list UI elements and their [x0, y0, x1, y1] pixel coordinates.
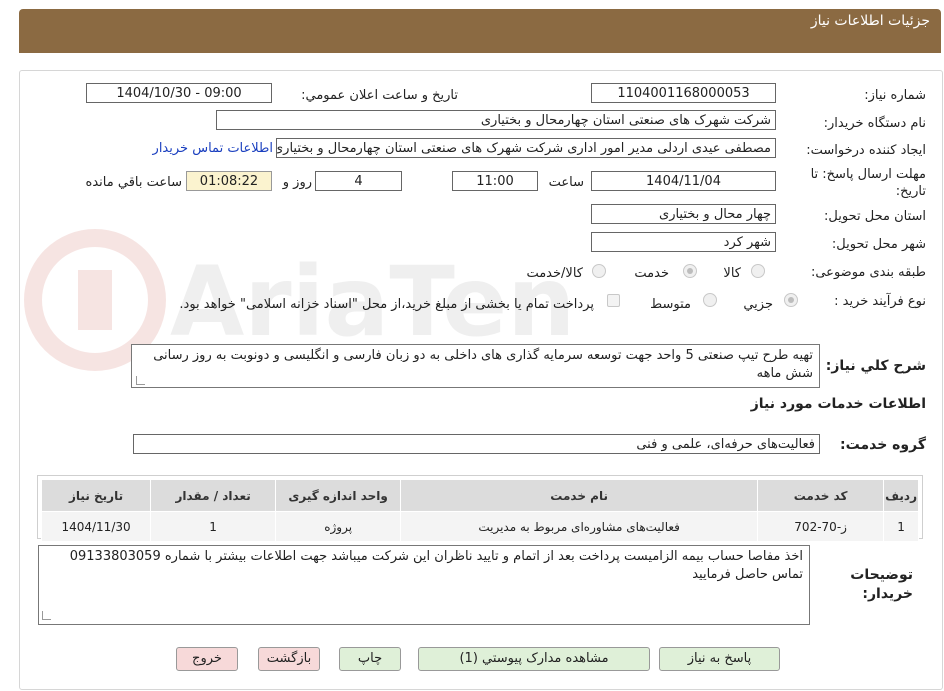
col-qty: تعداد / مقدار: [150, 479, 277, 512]
process-radio-minor[interactable]: [784, 293, 798, 307]
notes-label-buyer: خریدار:: [862, 586, 913, 602]
remaining-timer: 01:08:22: [186, 171, 272, 191]
province-field[interactable]: چهار محال و بختیاری: [591, 204, 776, 224]
announce-label: تاریخ و ساعت اعلان عمومي:: [301, 88, 458, 103]
need-number-label: شماره نیاز:: [864, 88, 926, 103]
treasury-checkbox[interactable]: [607, 294, 620, 307]
print-button[interactable]: چاپ: [339, 647, 401, 671]
category-option-goods: کالا: [723, 266, 741, 281]
deadline-label: مهلت ارسال پاسخ: تا: [810, 167, 926, 182]
services-table-wrapper: ردیف کد خدمت نام خدمت واحد اندازه گیری ت…: [37, 475, 923, 542]
deadline-date-field[interactable]: 1404/11/04: [591, 171, 776, 191]
requester-field[interactable]: مصطفی عیدی اردلی مدیر امور اداری شرکت شه…: [276, 138, 776, 158]
buyer-org-label: نام دستگاه خریدار:: [823, 116, 926, 131]
payment-note: پرداخت تمام یا بخشی از مبلغ خرید،از محل …: [179, 297, 594, 312]
buyer-notes-textarea[interactable]: اخذ مفاصا حساب بیمه الزامیست پرداخت بعد …: [38, 545, 810, 625]
service-group-field[interactable]: فعالیت‌های حرفه‌ای، علمی و فنی: [133, 434, 820, 454]
deadline-label-date: تاریخ:: [895, 184, 926, 199]
buyer-contact-link[interactable]: اطلاعات تماس خریدار: [153, 141, 273, 156]
service-group-label: گروه خدمت:: [840, 437, 926, 453]
category-radio-goods-service[interactable]: [592, 264, 606, 278]
description-text: تهیه طرح تیپ صنعتی 5 واحد جهت توسعه سرما…: [153, 348, 813, 381]
notes-label: توضیحات: [850, 567, 913, 583]
process-option-minor: جزیي: [743, 297, 773, 312]
cell-unit: پروژه: [275, 511, 402, 542]
col-unit: واحد اندازه گیری: [275, 479, 402, 512]
process-radio-medium[interactable]: [703, 293, 717, 307]
process-label: نوع فرآیند خرید :: [834, 294, 926, 309]
remaining-label: ساعت باقي مانده: [85, 175, 182, 190]
announce-datetime-field[interactable]: 1404/10/30 - 09:00: [86, 83, 272, 103]
category-option-goods-service: کالا/خدمت: [526, 266, 583, 281]
page-title: جزئیات اطلاعات نیاز: [810, 13, 930, 29]
table-row: 1 ز-70-702 فعالیت‌های مشاوره‌ای مربوط به…: [40, 511, 919, 542]
deadline-time-field[interactable]: 11:00: [452, 171, 538, 191]
category-radio-goods[interactable]: [751, 264, 765, 278]
services-section-title: اطلاعات خدمات مورد نیاز: [750, 396, 926, 412]
col-row: ردیف: [883, 479, 919, 512]
city-label: شهر محل تحویل:: [831, 237, 926, 252]
buyer-notes-text: اخذ مفاصا حساب بیمه الزامیست پرداخت بعد …: [69, 549, 803, 582]
exit-button[interactable]: خروج: [176, 647, 238, 671]
col-code: کد خدمت: [757, 479, 885, 512]
resize-grip-icon[interactable]: [136, 376, 145, 385]
col-date: تاریخ نیاز: [40, 479, 152, 512]
cell-code: ز-70-702: [757, 511, 885, 542]
process-option-medium: متوسط: [650, 297, 691, 312]
cell-qty: 1: [150, 511, 277, 542]
services-table: ردیف کد خدمت نام خدمت واحد اندازه گیری ت…: [40, 479, 919, 542]
description-label: شرح كلي نیاز:: [825, 358, 926, 374]
buyer-org-field[interactable]: شرکت شهرک های صنعتی استان چهارمحال و بخت…: [216, 110, 776, 130]
city-field[interactable]: شهر کرد: [591, 232, 776, 252]
need-number-field[interactable]: 1104001168000053: [591, 83, 776, 103]
description-textarea[interactable]: تهیه طرح تیپ صنعتی 5 واحد جهت توسعه سرما…: [131, 344, 820, 388]
province-label: استان محل تحویل:: [824, 209, 926, 224]
category-label: طبقه بندی موضوعی:: [810, 265, 926, 280]
services-table-header: ردیف کد خدمت نام خدمت واحد اندازه گیری ت…: [40, 479, 919, 512]
days-label: روز و: [282, 175, 312, 190]
page-header: [19, 9, 941, 53]
cell-date: 1404/11/30: [40, 511, 152, 542]
cell-name: فعالیت‌های مشاوره‌ای مربوط به مدیریت: [400, 511, 759, 542]
category-radio-service[interactable]: [683, 264, 697, 278]
deadline-time-label: ساعت: [548, 175, 584, 190]
reply-button[interactable]: پاسخ به نیاز: [659, 647, 780, 671]
requester-label: ایجاد کننده درخواست:: [806, 143, 926, 158]
view-attachments-button[interactable]: مشاهده مدارک پیوستي (1): [418, 647, 650, 671]
cell-row: 1: [883, 511, 919, 542]
days-field[interactable]: 4: [315, 171, 402, 191]
notes-resize-grip-icon[interactable]: [42, 611, 51, 620]
col-name: نام خدمت: [400, 479, 759, 512]
back-button[interactable]: بازگشت: [258, 647, 320, 671]
category-option-service: خدمت: [634, 266, 669, 281]
